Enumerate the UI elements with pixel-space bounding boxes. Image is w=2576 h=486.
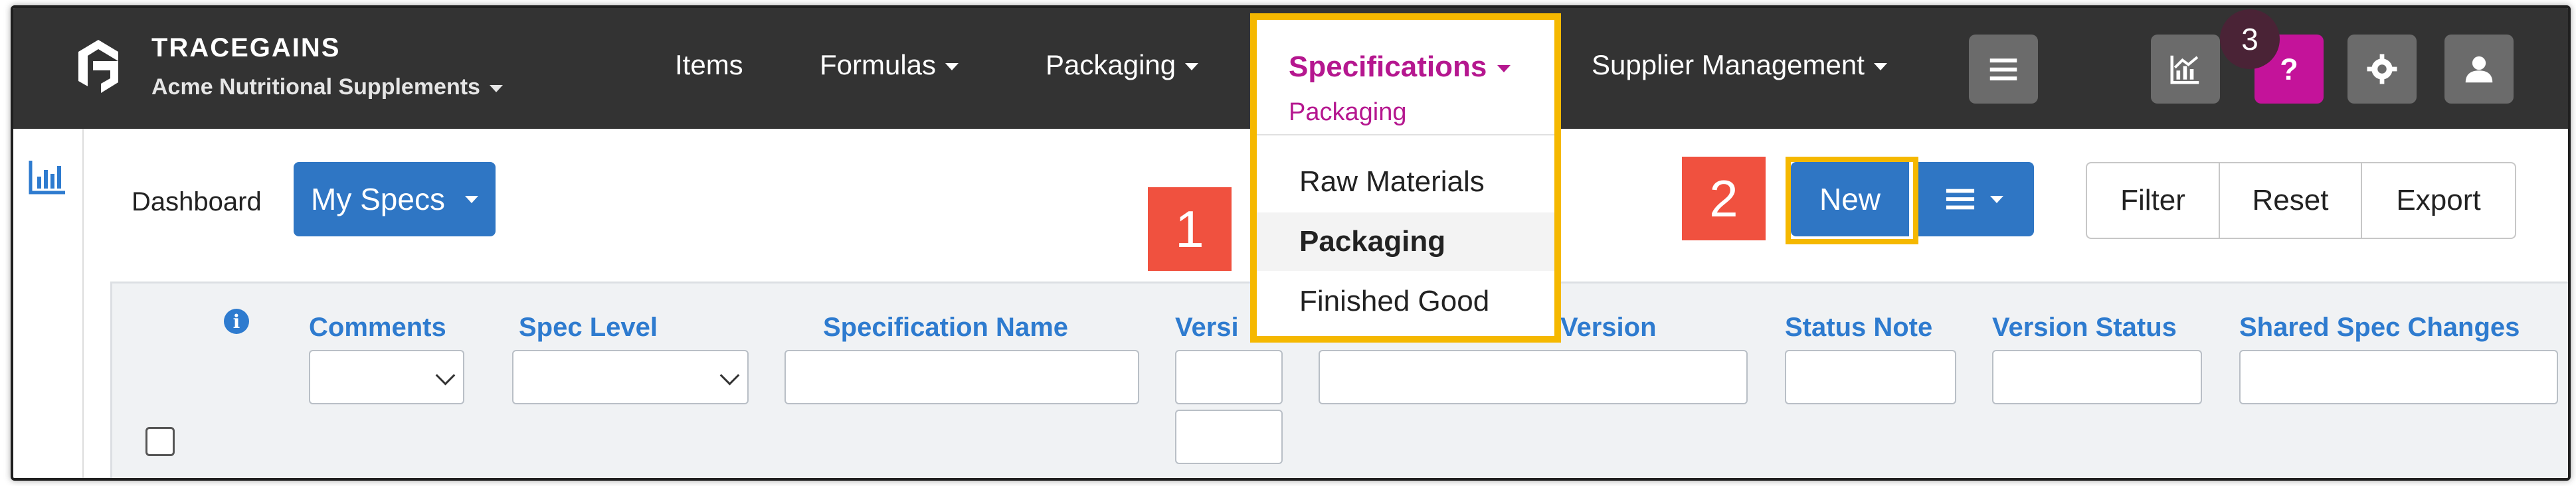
menu-item-finished-good[interactable]: Finished Good — [1257, 272, 1554, 331]
chevron-down-icon — [1185, 63, 1199, 71]
version-status-filter[interactable] — [1992, 350, 2202, 404]
chevron-down-icon — [719, 365, 740, 386]
version-filter-from[interactable] — [1175, 350, 1283, 404]
specifications-selected: Packaging — [1289, 98, 1407, 126]
nav-supplier-management[interactable]: Supplier Management — [1592, 49, 1887, 81]
organization-selector[interactable]: Acme Nutritional Supplements — [151, 74, 503, 100]
specification-name-filter[interactable] — [784, 350, 1139, 404]
chevron-down-icon — [1497, 64, 1511, 72]
tracegains-logo-icon — [78, 40, 118, 93]
nav-formulas-label: Formulas — [820, 49, 937, 80]
nav-packaging-label: Packaging — [1046, 49, 1176, 80]
new-button-highlight — [1786, 157, 1918, 244]
col-status-note[interactable]: Status Note — [1785, 313, 1932, 343]
app-window: TRACEGAINS Acme Nutritional Supplements … — [11, 5, 2571, 481]
more-menu-button[interactable] — [1969, 35, 2038, 104]
user-icon — [2465, 56, 2493, 83]
col-version-partial[interactable]: Versi — [1175, 313, 1239, 343]
help-notification-badge: 3 — [2220, 9, 2280, 69]
filter-button[interactable]: Filter — [2087, 163, 2220, 238]
new-options-dropdown[interactable] — [1914, 162, 2034, 236]
status-note-filter[interactable] — [1785, 350, 1956, 404]
nav-items[interactable]: Items — [675, 49, 743, 81]
step-callout-1: 1 — [1148, 187, 1232, 271]
col-shared-spec-changes[interactable]: Shared Spec Changes — [2239, 313, 2520, 343]
analytics-button[interactable] — [2151, 35, 2220, 104]
svg-text:?: ? — [2280, 52, 2298, 86]
filter-button-group: Filter Reset Export — [2086, 162, 2516, 239]
select-all-checkbox[interactable] — [145, 427, 175, 456]
export-button[interactable]: Export — [2362, 163, 2515, 238]
question-icon: ? — [2280, 52, 2298, 86]
user-profile-button[interactable] — [2444, 35, 2514, 104]
dashboard-chart-icon[interactable] — [28, 158, 68, 195]
chevron-down-icon — [464, 195, 478, 203]
chevron-down-icon — [1873, 63, 1887, 71]
nav-supplier-label: Supplier Management — [1592, 49, 1865, 80]
chevron-down-icon — [1990, 195, 2003, 203]
info-icon[interactable]: i — [224, 309, 249, 334]
specifications-label: Specifications — [1289, 50, 1487, 83]
sidebar — [13, 129, 84, 478]
gear-icon — [2367, 54, 2397, 84]
chevron-down-icon — [945, 63, 959, 71]
col-comments[interactable]: Comments — [309, 313, 446, 343]
specifications-nav-button[interactable]: Specifications Packaging — [1257, 20, 1554, 135]
spec-level-filter-select[interactable] — [512, 350, 749, 404]
col-version[interactable]: Version — [1560, 313, 1657, 343]
my-specs-dropdown[interactable]: My Specs — [294, 162, 496, 236]
col-version-status[interactable]: Version Status — [1992, 313, 2177, 343]
settings-button[interactable] — [2347, 35, 2417, 104]
nav-packaging[interactable]: Packaging — [1046, 49, 1199, 81]
version-text-filter[interactable] — [1319, 350, 1748, 404]
brand-name: TRACEGAINS — [151, 33, 341, 62]
chevron-down-icon — [435, 365, 456, 386]
list-icon — [1946, 189, 1975, 210]
chart-icon — [2170, 55, 2199, 84]
version-filter-to[interactable] — [1175, 410, 1283, 464]
shared-spec-changes-filter[interactable] — [2239, 350, 2558, 404]
specifications-title: Specifications — [1289, 50, 1511, 84]
comments-filter-select[interactable] — [309, 350, 464, 404]
chevron-down-icon — [489, 84, 503, 92]
hamburger-icon — [1989, 58, 2017, 81]
organization-name: Acme Nutritional Supplements — [151, 74, 480, 100]
menu-item-packaging[interactable]: Packaging — [1257, 212, 1554, 271]
col-specification-name[interactable]: Specification Name — [823, 313, 1068, 343]
col-spec-level[interactable]: Spec Level — [519, 313, 658, 343]
nav-formulas[interactable]: Formulas — [820, 49, 959, 81]
dashboard-label: Dashboard — [132, 187, 262, 216]
reset-button[interactable]: Reset — [2220, 163, 2362, 238]
step-callout-2: 2 — [1682, 157, 1766, 240]
my-specs-label: My Specs — [311, 182, 445, 216]
menu-item-raw-materials[interactable]: Raw Materials — [1257, 153, 1554, 211]
specifications-menu: Specifications Packaging Raw Materials P… — [1250, 13, 1561, 343]
